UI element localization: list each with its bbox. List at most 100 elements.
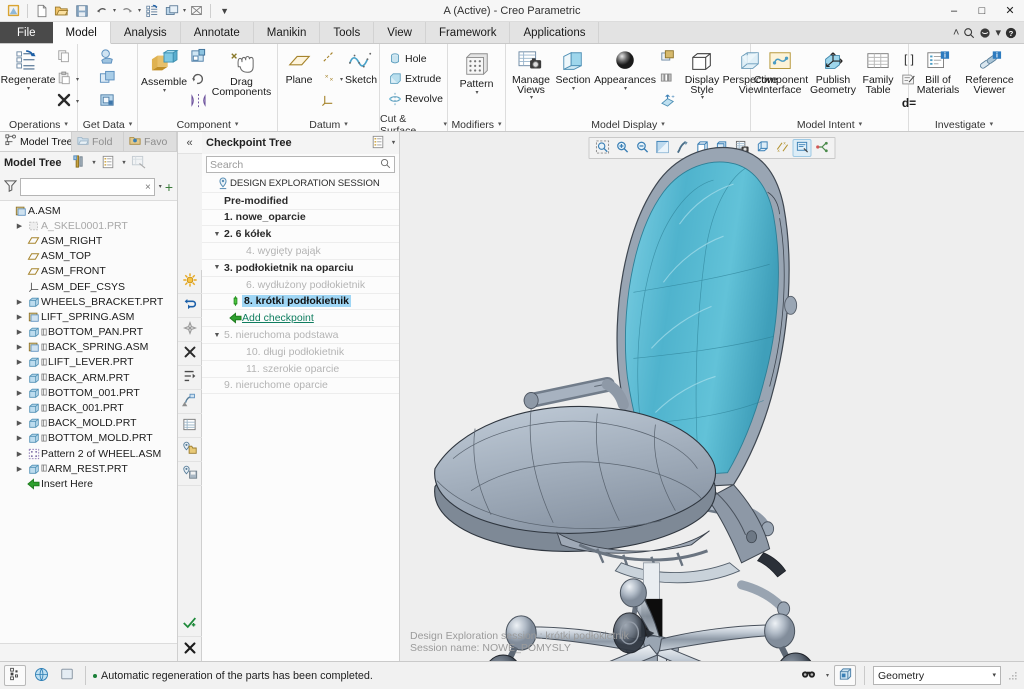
tree-row-asm-front[interactable]: ASM_FRONT <box>0 264 177 279</box>
checkpoint-settings-button[interactable] <box>367 133 389 154</box>
add-checkpoint-link[interactable]: Add checkpoint <box>242 312 314 324</box>
checkpoint-row-add[interactable]: Add checkpoint <box>202 310 399 328</box>
color-edit-button[interactable] <box>657 69 679 90</box>
delete-button[interactable] <box>53 91 75 112</box>
tree-expander[interactable]: ▶ <box>13 374 26 382</box>
tree-filters-button[interactable] <box>128 153 150 174</box>
assemble-button[interactable]: Assemble ▾ <box>141 47 187 97</box>
collapse-ribbon-icon[interactable]: ˄ <box>953 27 959 39</box>
appearances-button[interactable]: Appearances ▾ <box>594 47 656 95</box>
tree-expander[interactable]: ▶ <box>13 298 26 306</box>
import-button[interactable] <box>97 47 119 68</box>
view-manager-button[interactable]: + <box>657 91 679 112</box>
tree-columns-button[interactable] <box>97 153 119 174</box>
restore-objects-button[interactable] <box>177 390 202 414</box>
checkpoint-row-3[interactable]: ▼ 3. podłokietnik na oparciu <box>202 260 399 277</box>
tree-expander[interactable]: ▶ <box>13 404 26 412</box>
pattern-dropdown-icon[interactable]: ▾ <box>475 90 478 96</box>
checkpoint-row-1[interactable]: 1. nowe_oparcie <box>202 210 399 227</box>
redo-dropdown-icon[interactable]: ▾ <box>138 8 141 14</box>
web-browser-button[interactable] <box>30 665 52 686</box>
tab-applications[interactable]: Applications <box>510 22 600 43</box>
datum-csys-button[interactable] <box>317 91 339 112</box>
tab-model[interactable]: Model <box>52 22 111 44</box>
creo-logo-icon[interactable] <box>4 2 23 20</box>
tree-row-lift-lever[interactable]: ▶ LIFT_LEVER.PRT <box>0 355 177 370</box>
checkpoint-twisty[interactable]: ▼ <box>210 264 224 271</box>
ribbon-group-get-data-label[interactable]: Get Data ▾ <box>78 117 137 131</box>
hole-button[interactable]: Hole <box>384 49 447 68</box>
ribbon-group-operations-label[interactable]: Operations ▾ <box>0 117 77 131</box>
redo-icon[interactable] <box>117 2 136 20</box>
selection-filter-select[interactable]: Geometry ▾ <box>873 666 1001 685</box>
merge-inheritance-button[interactable] <box>97 69 119 90</box>
resize-grip[interactable] <box>1008 671 1018 681</box>
checkpoint-twisty[interactable]: ▼ <box>210 332 224 339</box>
mirror-component-button[interactable] <box>187 91 209 112</box>
manage-views-dropdown-icon[interactable]: ▾ <box>530 95 533 101</box>
repeat-button[interactable] <box>187 69 209 90</box>
tab-annotate[interactable]: Annotate <box>181 22 254 43</box>
paste-button[interactable] <box>53 69 75 90</box>
save-icon[interactable] <box>72 2 91 20</box>
customize-qat-icon[interactable]: ▼ <box>215 2 234 20</box>
section-dropdown-icon[interactable]: ▾ <box>572 86 575 92</box>
shrinkwrap-button[interactable] <box>97 91 119 112</box>
tree-row-back-spring[interactable]: ▶ BACK_SPRING.ASM <box>0 340 177 355</box>
tree-row-arm-rest[interactable]: ▶ ARM_REST.PRT <box>0 461 177 476</box>
regenerate-dropdown-icon[interactable]: ▾ <box>27 86 30 92</box>
model-tree-search-input[interactable]: × <box>20 178 155 196</box>
checkpoint-row-9[interactable]: 9. nieruchome oparcie <box>202 378 399 395</box>
bill-of-materials-button[interactable]: i Bill of Materials <box>913 47 963 98</box>
tree-expander[interactable]: ▶ <box>13 328 26 336</box>
datum-plane-button[interactable]: Plane <box>282 47 316 89</box>
tree-settings-button[interactable] <box>67 153 89 174</box>
tab-analysis[interactable]: Analysis <box>111 22 181 43</box>
publish-geometry-button[interactable]: Publish Geometry <box>808 47 858 98</box>
checkpoint-row-pre-modified[interactable]: Pre-modified <box>202 193 399 210</box>
tree-row-wheels-bracket[interactable]: ▶ WHEELS_BRACKET.PRT <box>0 294 177 309</box>
office-chair-3d-model[interactable] <box>400 132 1024 661</box>
tree-row-asm-def-csys[interactable]: ASM_DEF_CSYS <box>0 279 177 294</box>
tree-row-skel[interactable]: ▶ A_SKEL0001.PRT <box>0 218 177 233</box>
tree-row-bottom-mold[interactable]: ▶ BOTTOM_MOLD.PRT <box>0 431 177 446</box>
ribbon-group-component-label[interactable]: Component ▾ <box>138 117 277 131</box>
model-display-button[interactable] <box>834 665 856 686</box>
layers-button[interactable] <box>657 47 679 68</box>
minimize-button[interactable]: – <box>940 0 968 22</box>
design-exploration-button[interactable] <box>177 270 202 294</box>
tab-view[interactable]: View <box>374 22 426 43</box>
open-icon[interactable] <box>52 2 71 20</box>
selection-filter-button[interactable] <box>4 665 26 686</box>
tab-folder-browser[interactable]: Fold <box>72 132 124 151</box>
tree-columns-dropdown-icon[interactable]: ▾ <box>122 160 125 166</box>
cancel-exit-button[interactable] <box>178 637 202 661</box>
ribbon-group-model-display-label[interactable]: Model Display ▾ <box>506 117 750 131</box>
tree-row-back-001[interactable]: ▶ BACK_001.PRT <box>0 400 177 415</box>
account-icon[interactable] <box>979 27 991 39</box>
tree-row-asm-top[interactable]: ASM_TOP <box>0 249 177 264</box>
checkpoint-row-2[interactable]: ▼ 2. 6 kółek <box>202 226 399 244</box>
tree-expander[interactable]: ▶ <box>13 313 26 321</box>
tab-manikin[interactable]: Manikin <box>254 22 321 43</box>
checkpoint-row-4[interactable]: 4. wygięty pająk <box>202 243 399 260</box>
chevron-down-icon[interactable]: ▾ <box>992 672 996 679</box>
set-checkpoint-button[interactable] <box>177 318 202 342</box>
tab-file[interactable]: File <box>0 22 53 43</box>
datum-axis-button[interactable] <box>317 47 339 68</box>
pattern-button[interactable]: Pattern ▾ <box>454 47 500 99</box>
ribbon-group-cut-surface-label[interactable]: Cut & Surface ▾ <box>380 113 447 132</box>
tree-row-bottom-pan[interactable]: ▶ BOTTOM_PAN.PRT <box>0 325 177 340</box>
toggle-pane-button[interactable] <box>56 665 78 686</box>
close-window-icon[interactable] <box>187 2 206 20</box>
checkpoint-row-6[interactable]: 6. wydłużony podłokietnik <box>202 277 399 294</box>
search-find-dropdown-icon[interactable]: ▾ <box>826 673 829 679</box>
tree-expander[interactable]: ▶ <box>13 434 26 442</box>
graphics-viewport[interactable]: xx Design Exploration session: krótki p… <box>400 132 1024 661</box>
backup-objects-button[interactable] <box>177 366 202 390</box>
checkpoint-row-8-current[interactable]: 8. krótki podłokietnik <box>202 294 399 311</box>
open-session-button[interactable] <box>177 438 202 462</box>
section-button[interactable]: Section ▾ <box>553 47 593 95</box>
model-tree-list[interactable]: A.ASM ▶ A_SKEL0001.PRT ASM_RIGHT ASM_TOP… <box>0 200 177 643</box>
checkpoint-search-input[interactable]: Search <box>206 156 395 173</box>
